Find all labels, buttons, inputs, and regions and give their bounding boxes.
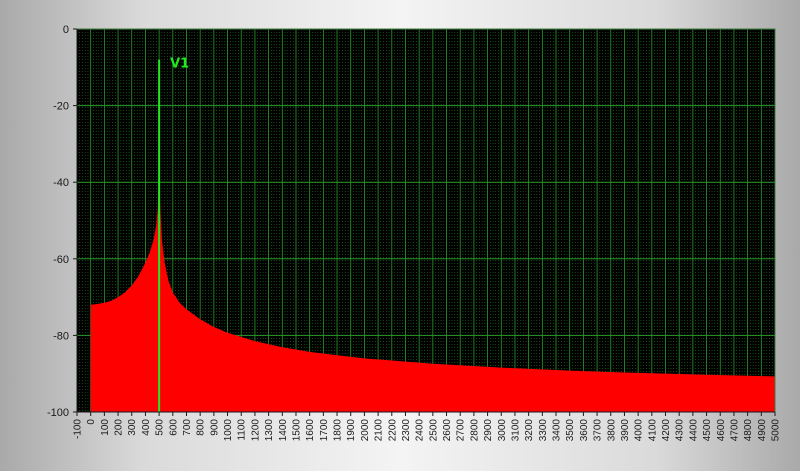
x-tick-label: 4500 [702, 419, 713, 442]
x-tick-label: 200 [114, 419, 125, 436]
y-tick-label: -80 [53, 330, 69, 342]
y-tick-label: -100 [47, 407, 69, 419]
x-tick-label: 1900 [346, 419, 357, 442]
x-tick-label: 3000 [497, 419, 508, 442]
x-tick-label: 5000 [771, 419, 782, 442]
x-tick-label: 1500 [291, 419, 302, 442]
x-tick-label: 4700 [729, 419, 740, 442]
x-tick-label: 3100 [510, 419, 521, 442]
x-tick-label: 4200 [661, 419, 672, 442]
marker-label-v1: V1 [170, 57, 189, 72]
x-tick-label: 300 [127, 419, 138, 436]
x-tick-label: 2700 [456, 419, 467, 442]
x-tick-label: 3500 [565, 419, 576, 442]
x-tick-label: 4400 [688, 419, 699, 442]
x-tick-label: 2400 [415, 419, 426, 442]
x-tick-label: 3700 [593, 419, 604, 442]
x-tick-label: 2200 [387, 419, 398, 442]
x-tick-label: 4100 [647, 419, 658, 442]
x-tick-label: 1200 [250, 419, 261, 442]
x-tick-label: 0 [86, 419, 97, 425]
x-tick-label: 1700 [319, 419, 330, 442]
x-tick-label: 4800 [743, 419, 754, 442]
x-tick-label: 1400 [278, 419, 289, 442]
x-tick-label: 3600 [579, 419, 590, 442]
x-tick-label: 800 [196, 419, 207, 436]
x-tick-label: 1100 [237, 419, 248, 441]
x-tick-label: 2800 [469, 419, 480, 442]
x-tick-label: 1600 [305, 419, 316, 442]
x-tick-label: 2000 [360, 419, 371, 442]
x-tick-label: 2600 [442, 419, 453, 442]
x-tick-label: 900 [209, 419, 220, 436]
x-axis-ticks: -100 0 100 200 300 400 500 600 700 800 900 1000 1100… [73, 412, 782, 441]
x-tick-label: 3300 [538, 419, 549, 442]
y-tick-label: -20 [53, 101, 69, 113]
x-tick-label: 2100 [374, 419, 385, 442]
y-tick-label: 0 [63, 24, 69, 36]
x-tick-label: 500 [155, 419, 166, 436]
x-tick-label: 2900 [483, 419, 494, 442]
y-tick-label: -60 [53, 254, 69, 266]
x-tick-label: 4900 [757, 419, 768, 442]
x-tick-label: -100 [73, 419, 84, 439]
x-tick-label: 3400 [552, 419, 563, 442]
x-tick-label: 4300 [675, 419, 686, 442]
x-tick-label: 3200 [524, 419, 535, 442]
y-tick-label: -40 [53, 177, 69, 189]
x-tick-label: 4000 [634, 419, 645, 442]
plot-area: V1 [76, 28, 776, 413]
y-axis-ticks: 0 -20 -40 -60 -80 -100 [47, 24, 77, 419]
x-tick-label: 1000 [223, 419, 234, 442]
x-tick-label: 2500 [428, 419, 439, 442]
spectrum-chart: V1 0-20-40-60-80-100 -100 0 100 200 300 400 50… [47, 24, 782, 441]
x-tick-label: 600 [168, 419, 179, 436]
x-tick-label: 3900 [620, 419, 631, 442]
x-tick-label: 700 [182, 419, 193, 436]
x-tick-label: 4600 [716, 419, 727, 442]
x-tick-label: 1300 [264, 419, 275, 442]
x-tick-label: 100 [100, 419, 111, 436]
x-tick-label: 2300 [401, 419, 412, 442]
x-tick-label: 3800 [606, 419, 617, 442]
x-tick-label: 1800 [333, 419, 344, 442]
x-tick-label: 400 [141, 419, 152, 436]
